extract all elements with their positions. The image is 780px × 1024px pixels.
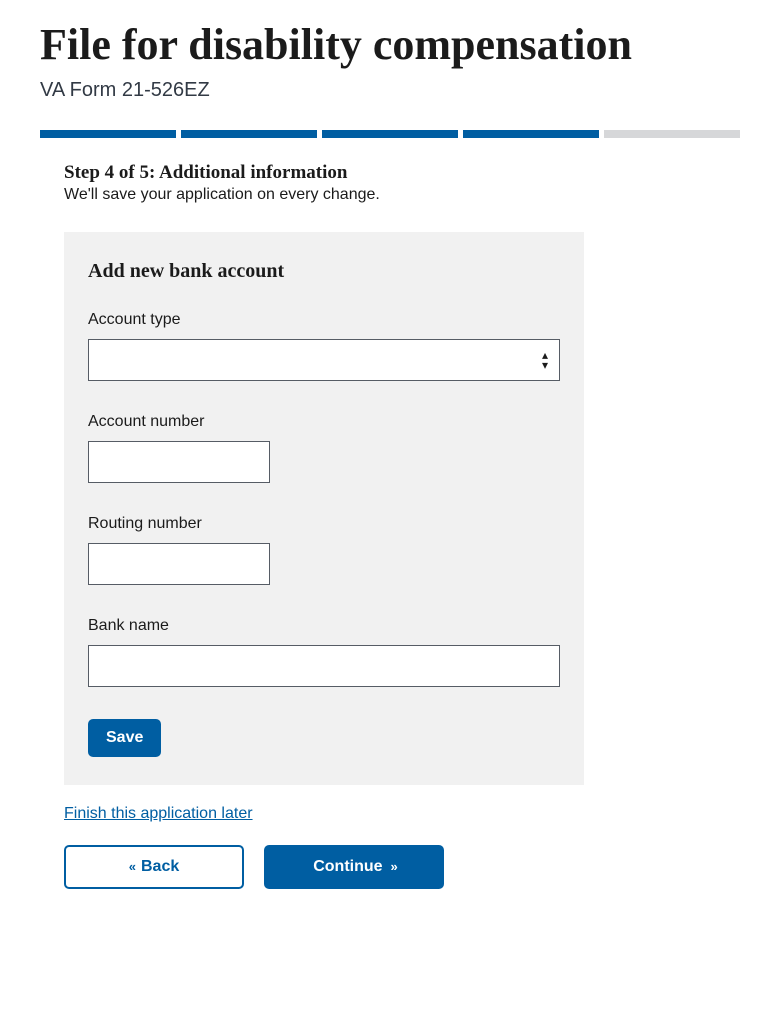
continue-button-label: Continue (313, 858, 382, 876)
continue-button[interactable]: Continue » (264, 845, 444, 889)
progress-segment (181, 130, 317, 138)
back-button-label: Back (141, 858, 179, 876)
account-type-label: Account type (88, 311, 560, 329)
chevron-left-icon: « (129, 859, 133, 874)
bank-name-field: Bank name (88, 617, 560, 687)
chevron-right-icon: » (391, 859, 395, 874)
step-header: Step 4 of 5: Additional information We'l… (64, 162, 740, 204)
page-title: File for disability compensation (40, 20, 740, 71)
routing-number-field: Routing number (88, 515, 560, 585)
bank-name-input[interactable] (88, 645, 560, 687)
progress-segment (40, 130, 176, 138)
routing-number-label: Routing number (88, 515, 560, 533)
progress-bar (40, 130, 740, 138)
routing-number-input[interactable] (88, 543, 270, 585)
progress-segment (322, 130, 458, 138)
save-button[interactable]: Save (88, 719, 161, 757)
account-type-field: Account type (88, 311, 560, 381)
back-button[interactable]: « Back (64, 845, 244, 889)
progress-segment (604, 130, 740, 138)
step-help: We'll save your application on every cha… (64, 186, 740, 204)
account-type-select[interactable] (88, 339, 560, 381)
account-number-label: Account number (88, 413, 560, 431)
account-number-input[interactable] (88, 441, 270, 483)
finish-later-link[interactable]: Finish this application later (64, 805, 253, 823)
bank-account-card: Add new bank account Account type Accoun… (64, 232, 584, 785)
nav-buttons: « Back Continue » (64, 845, 740, 889)
progress-segment (463, 130, 599, 138)
bank-name-label: Bank name (88, 617, 560, 635)
step-title: Step 4 of 5: Additional information (64, 162, 740, 184)
card-title: Add new bank account (88, 260, 560, 283)
form-number: VA Form 21-526EZ (40, 79, 740, 102)
account-number-field: Account number (88, 413, 560, 483)
